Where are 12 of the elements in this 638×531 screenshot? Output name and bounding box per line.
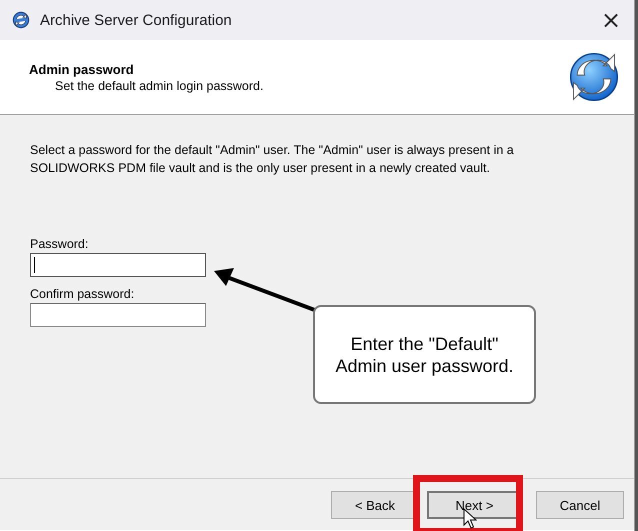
password-field[interactable] <box>30 303 206 327</box>
field-label: Confirm password: <box>30 287 134 301</box>
description-text: Select a password for the default "Admin" user. The "Admin" user is always present in a SOLIDWORKS PDM file vault and is the only user present in a newly created vault. <box>30 142 515 177</box>
page-subtitle: Set the default admin login password. <box>54 78 264 92</box>
close-button[interactable]: × <box>588 0 634 40</box>
password-field[interactable] <box>30 253 206 277</box>
page-title: Admin password <box>29 62 135 76</box>
callout-text: Enter the "Default" Admin user password. <box>313 305 536 404</box>
wizard-button[interactable]: Cancel <box>536 491 624 519</box>
sync-arrows-icon <box>12 11 30 29</box>
window-title: Archive Server Configuration <box>40 12 232 28</box>
field-label: Password: <box>30 237 88 251</box>
